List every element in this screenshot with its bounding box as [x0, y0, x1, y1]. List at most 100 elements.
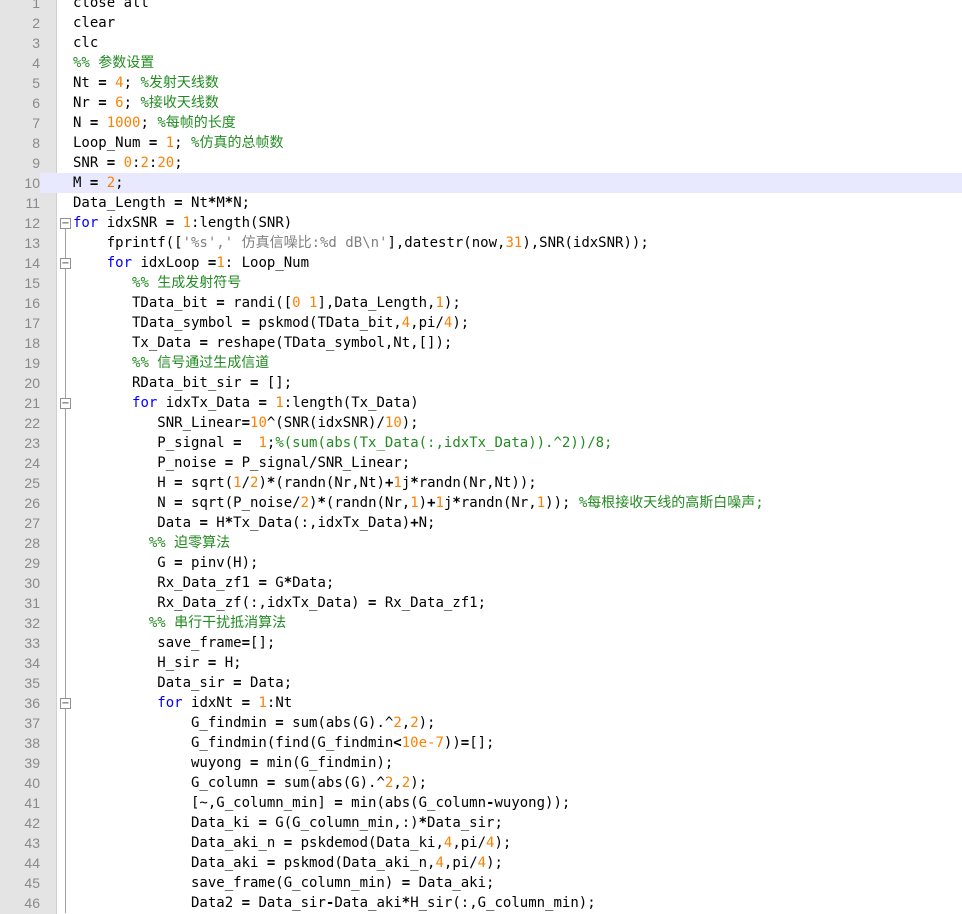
operator-token: =	[258, 395, 267, 411]
code-line[interactable]: 46 Data2 = Data_sir-Data_aki*H_sir(:,G_c…	[0, 893, 962, 913]
code-text: P_signal = 1;%(sum(abs(Tx_Data(:,idxTx_D…	[73, 433, 612, 453]
code-line[interactable]: 17 TData_symbol = pskmod(TData_bit,4,pi/…	[0, 313, 962, 333]
fold-toggle-icon[interactable]: −	[58, 693, 72, 713]
text-token: [];	[250, 635, 276, 651]
code-line[interactable]: 33 save_frame=[];	[0, 633, 962, 653]
line-number: 24	[0, 453, 40, 473]
fold-guide	[58, 493, 72, 513]
code-line[interactable]: 7 N = 1000; %每帧的长度	[0, 113, 962, 133]
code-line[interactable]: 10 M = 2;	[0, 173, 962, 193]
code-line[interactable]: 34 H_sir = H;	[0, 653, 962, 673]
text-token: );	[452, 315, 470, 331]
text-token: clc	[73, 35, 99, 51]
code-line[interactable]: 45 save_frame(G_column_min) = Data_aki;	[0, 873, 962, 893]
operator-token: *	[283, 575, 293, 591]
text-token: );	[443, 295, 461, 311]
code-line[interactable]: 29 G = pinv(H);	[0, 553, 962, 573]
code-line[interactable]: 43 Data_aki_n = pskdemod(Data_ki,4,pi/4)…	[0, 833, 962, 853]
code-line[interactable]: 18 Tx_Data = reshape(TData_symbol,Nt,[])…	[0, 333, 962, 353]
number-token: 2	[401, 775, 411, 791]
fold-guide	[58, 733, 72, 753]
code-line[interactable]: 19 %% 信号通过生成信道	[0, 353, 962, 373]
code-line[interactable]: 30 Rx_Data_zf1 = G*Data;	[0, 573, 962, 593]
code-line[interactable]: 15 %% 生成发射符号	[0, 273, 962, 293]
code-line[interactable]: 23 P_signal = 1;%(sum(abs(Tx_Data(:,idxT…	[0, 433, 962, 453]
code-line[interactable]: 6 Nr = 6; %接收天线数	[0, 93, 962, 113]
number-token: 10	[384, 415, 402, 431]
code-line[interactable]: 2 clear	[0, 13, 962, 33]
text-token: Data2	[73, 895, 242, 911]
text-token: Loop_Num	[73, 135, 149, 151]
number-token: 1	[435, 495, 444, 511]
line-number: 25	[0, 473, 40, 493]
text-token: (randn(Nr,	[325, 495, 411, 511]
text-token: sum(abs(G).^	[283, 715, 394, 731]
code-line[interactable]: 44 Data_aki = pskmod(Data_aki_n,4,pi/4);	[0, 853, 962, 873]
operator-token: =	[283, 835, 293, 851]
code-line[interactable]: 21− for idxTx_Data = 1:length(Tx_Data)	[0, 393, 962, 413]
code-text: SNR = 0:2:20;	[73, 153, 183, 173]
text-token: /	[241, 475, 251, 491]
code-line[interactable]: 12− for idxSNR = 1:length(SNR)	[0, 213, 962, 233]
code-line[interactable]: 36− for idxNt = 1:Nt	[0, 693, 962, 713]
code-text: RData_bit_sir = [];	[73, 373, 292, 393]
fold-guide	[58, 613, 72, 633]
number-token: 2	[300, 495, 310, 511]
code-text: %% 串行干扰抵消算法	[73, 613, 286, 633]
code-line[interactable]: 24 P_noise = P_signal/SNR_Linear;	[0, 453, 962, 473]
code-line[interactable]: 13 fprintf(['%s',' 仿真信噪比:%d dB\n'],dates…	[0, 233, 962, 253]
number-token: 1	[536, 495, 546, 511]
keyword-token: for	[157, 695, 183, 711]
code-editor[interactable]: 1 close all 2 clear 3 clc 4 %% 参数设置 5 Nt = 4; %发射…	[0, 0, 962, 914]
code-line[interactable]: 3 clc	[0, 33, 962, 53]
code-text: %% 生成发射符号	[73, 273, 241, 293]
code-line[interactable]: 32 %% 串行干扰抵消算法	[0, 613, 962, 633]
fold-toggle-icon[interactable]: −	[58, 253, 72, 273]
code-line[interactable]: 1 close all	[0, 0, 962, 13]
line-number: 36	[0, 693, 40, 713]
code-line[interactable]: 22 SNR_Linear=10^(SNR(idxSNR)/10);	[0, 413, 962, 433]
code-line[interactable]: 27 Data = H*Tx_Data(:,idxTx_Data)+N;	[0, 513, 962, 533]
code-text: wuyong = min(G_findmin);	[73, 753, 393, 773]
text-token: N;	[233, 195, 251, 211]
code-line[interactable]: 20 RData_bit_sir = [];	[0, 373, 962, 393]
operator-token: =	[174, 555, 183, 571]
line-number: 5	[0, 73, 40, 93]
code-line[interactable]: 16 TData_bit = randi([0 1],Data_Length,1…	[0, 293, 962, 313]
code-text: Nt = 4; %发射天线数	[73, 73, 219, 93]
code-line[interactable]: 5 Nt = 4; %发射天线数	[0, 73, 962, 93]
text-token: idxNt	[182, 695, 242, 711]
fold-guide	[58, 413, 72, 433]
code-text: H_sir = H;	[73, 653, 241, 673]
text-token: Data_aki_n	[73, 835, 284, 851]
operator-token: =	[241, 415, 251, 431]
code-line[interactable]: 37 G_findmin = sum(abs(G).^2,2);	[0, 713, 962, 733]
code-line[interactable]: 25 H = sqrt(1/2)*(randn(Nr,Nt)+1j*randn(…	[0, 473, 962, 493]
code-line[interactable]: 8 Loop_Num = 1; %仿真的总帧数	[0, 133, 962, 153]
code-line[interactable]: 31 Rx_Data_zf(:,idxTx_Data) = Rx_Data_zf…	[0, 593, 962, 613]
comment-token: %每帧的长度	[157, 115, 236, 131]
code-line[interactable]: 11 Data_Length = Nt*M*N;	[0, 193, 962, 213]
code-text: Data_aki = pskmod(Data_aki_n,4,pi/4);	[73, 853, 503, 873]
code-line[interactable]: 9 SNR = 0:2:20;	[0, 153, 962, 173]
line-number: 38	[0, 733, 40, 753]
code-line[interactable]: 35 Data_sir = Data;	[0, 673, 962, 693]
code-line[interactable]: 42 Data_ki = G(G_column_min,:)*Data_sir;	[0, 813, 962, 833]
fold-toggle-icon[interactable]: −	[58, 213, 72, 233]
operator-token: *	[224, 515, 234, 531]
code-line[interactable]: 40 G_column = sum(abs(G).^2,2);	[0, 773, 962, 793]
code-area[interactable]: 1 close all 2 clear 3 clc 4 %% 参数设置 5 Nt = 4; %发射…	[0, 0, 962, 913]
code-line[interactable]: 38 G_findmin(find(G_findmin<10e-7))=[];	[0, 733, 962, 753]
code-line[interactable]: 41 [~,G_column_min] = min(abs(G_column-w…	[0, 793, 962, 813]
fold-toggle-icon[interactable]: −	[58, 393, 72, 413]
fold-guide	[58, 753, 72, 773]
line-number: 37	[0, 713, 40, 733]
line-number: 15	[0, 273, 40, 293]
code-line[interactable]: 39 wuyong = min(G_findmin);	[0, 753, 962, 773]
code-line[interactable]: 26 N = sqrt(P_noise/2)*(randn(Nr,1)+1j*r…	[0, 493, 962, 513]
line-number: 45	[0, 873, 40, 893]
code-line[interactable]: 14− for idxLoop =1: Loop_Num	[0, 253, 962, 273]
code-line[interactable]: 4 %% 参数设置	[0, 53, 962, 73]
code-line[interactable]: 28 %% 迫零算法	[0, 533, 962, 553]
